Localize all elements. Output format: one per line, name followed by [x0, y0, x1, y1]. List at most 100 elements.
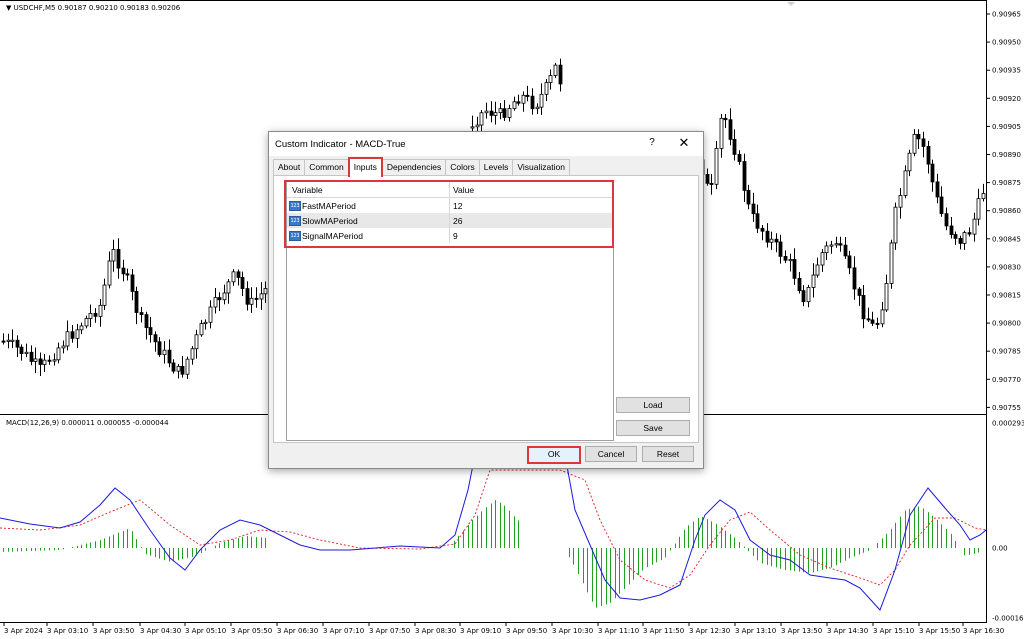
candle-body: [870, 319, 875, 324]
time-tick-label: 3 Apr 13:50: [781, 627, 822, 635]
candle-body: [125, 273, 130, 276]
candle-body: [153, 334, 158, 343]
reset-button[interactable]: Reset: [642, 446, 694, 462]
candle-body: [29, 351, 34, 362]
candle-body: [180, 365, 185, 375]
price-tick-label: 0.90860: [992, 207, 1021, 215]
candle-body: [801, 290, 806, 303]
candle-body: [240, 277, 245, 289]
symbol-info: ▼ USDCHF,M5 0.90187 0.90210 0.90183 0.90…: [6, 4, 181, 12]
tab-about[interactable]: About: [273, 159, 306, 175]
ok-button[interactable]: OK: [527, 446, 581, 464]
price-tick-label: 0.90845: [992, 235, 1021, 243]
tab-levels[interactable]: Levels: [478, 159, 514, 175]
candle-body: [811, 274, 816, 288]
price-tick-label: 0.90800: [992, 320, 1021, 328]
time-tick-label: 3 Apr 15:10: [873, 627, 914, 635]
tab-inputs[interactable]: Inputs: [347, 157, 383, 177]
candle-body: [498, 108, 503, 114]
input-row-slowmaperiod[interactable]: 123 SlowMAPeriod 26: [287, 213, 613, 228]
tab-visualization[interactable]: Visualization: [512, 159, 570, 175]
macd-tick-label: -0.000169: [992, 615, 1024, 623]
tab-common[interactable]: Common: [304, 159, 349, 175]
candle-body: [815, 264, 820, 276]
inputs-grid: Variable Value 123 FastMAPeriod 12 123 S…: [286, 181, 614, 441]
candle-body: [47, 359, 52, 362]
candle-body: [728, 119, 733, 140]
candle-body: [544, 82, 549, 95]
candle-body: [755, 213, 760, 229]
save-button[interactable]: Save: [616, 420, 690, 436]
candle-body: [194, 334, 199, 350]
candle-body: [116, 249, 121, 269]
candle-body: [972, 218, 977, 235]
candle-body: [19, 346, 24, 355]
candle-body: [834, 243, 839, 246]
candle-body: [65, 331, 70, 347]
tab-colors[interactable]: Colors: [445, 159, 480, 175]
candle-body: [259, 293, 264, 300]
candle-body: [121, 267, 126, 275]
candle-body: [765, 230, 770, 243]
inputs-panel: Variable Value 123 FastMAPeriod 12 123 S…: [273, 175, 699, 443]
candle-body: [525, 94, 530, 97]
help-button[interactable]: ?: [645, 137, 659, 148]
candle-body: [962, 232, 967, 244]
candle-body: [788, 259, 793, 262]
time-tick-label: 3 Apr 15:50: [919, 627, 960, 635]
candle-body: [843, 244, 848, 257]
input-name: SignalMAPeriod: [302, 231, 363, 241]
tab-dependencies[interactable]: Dependencies: [381, 159, 447, 175]
price-tick-label: 0.90920: [992, 95, 1021, 103]
candle-body: [208, 306, 213, 323]
time-tick-label: 3 Apr 09:10: [460, 627, 501, 635]
candle-body: [226, 281, 231, 294]
candle-body: [148, 327, 153, 336]
candle-body: [903, 170, 908, 196]
candle-body: [852, 267, 857, 290]
close-icon[interactable]: ✕: [677, 135, 691, 151]
candle-body: [254, 297, 259, 300]
candle-body: [737, 153, 742, 162]
input-value[interactable]: 26: [453, 216, 462, 226]
candle-body: [930, 163, 935, 183]
candle-body: [783, 256, 788, 261]
candle-body: [93, 312, 98, 317]
candle-body: [470, 126, 475, 129]
cancel-button[interactable]: Cancel: [585, 446, 637, 462]
price-tick-label: 0.90770: [992, 376, 1021, 384]
candle-body: [10, 339, 15, 342]
candle-body: [1, 340, 6, 343]
candle-body: [502, 108, 507, 118]
load-button[interactable]: Load: [616, 397, 690, 413]
candle-body: [535, 106, 540, 110]
input-row-signalmaperiod[interactable]: 123 SignalMAPeriod 9: [287, 228, 613, 243]
candle-body: [203, 321, 208, 324]
title-bar: Custom Indicator - MACD-True ? ✕: [269, 132, 703, 156]
candle-body: [507, 108, 512, 118]
time-tick-label: 3 Apr 11:50: [643, 627, 684, 635]
macd-tick-label: 0.00: [992, 545, 1008, 553]
input-value[interactable]: 12: [453, 201, 462, 211]
candle-body: [84, 318, 89, 327]
time-tick-label: 3 Apr 03:10: [47, 627, 88, 635]
candle-body: [820, 252, 825, 266]
time-tick-label: 3 Apr 12:30: [689, 627, 730, 635]
candle-body: [42, 359, 47, 365]
candle-body: [838, 243, 843, 246]
candle-body: [130, 274, 135, 292]
column-value[interactable]: Value: [453, 185, 474, 195]
input-value[interactable]: 9: [453, 231, 458, 241]
input-row-fastmaperiod[interactable]: 123 FastMAPeriod 12: [287, 198, 613, 213]
candle-body: [217, 297, 222, 301]
candle-body: [774, 238, 779, 243]
candle-body: [33, 358, 38, 362]
candle-body: [742, 161, 747, 191]
candle-body: [249, 297, 254, 305]
time-tick-label: 3 Apr 2024: [4, 627, 43, 635]
column-separator[interactable]: [449, 182, 450, 197]
candle-body: [56, 347, 61, 361]
input-name: FastMAPeriod: [302, 201, 356, 211]
column-variable[interactable]: Variable: [292, 185, 323, 195]
candle-body: [107, 260, 112, 286]
